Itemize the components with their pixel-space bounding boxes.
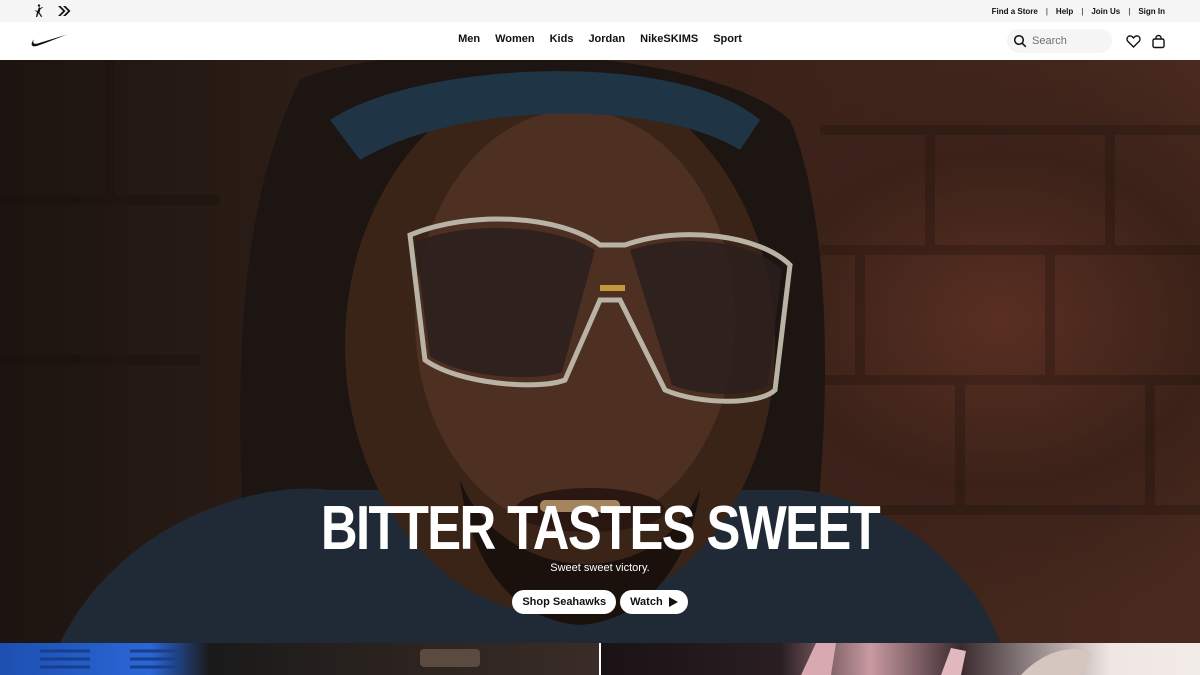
watch-label: Watch [630,596,663,608]
jordan-jumpman-icon[interactable] [30,3,46,19]
shop-seahawks-label: Shop Seahawks [522,596,607,608]
watch-button[interactable]: Watch [620,590,688,614]
hero-subtitle: Sweet sweet victory. [550,562,650,574]
favorites-heart-icon[interactable] [1126,34,1141,49]
nav-item-men[interactable]: Men [458,33,480,45]
help-link[interactable]: Help [1056,7,1073,16]
converse-chevron-icon[interactable] [56,3,72,19]
find-a-store-link[interactable]: Find a Store [992,7,1038,16]
nav-item-kids[interactable]: Kids [550,33,574,45]
separator: | [1081,6,1084,16]
utility-bar: Find a Store | Help | Join Us | Sign In [0,0,1200,22]
nav-item-sport[interactable]: Sport [713,33,742,45]
hero-banner[interactable]: BITTER TASTES SWEET Sweet sweet victory.… [0,60,1200,643]
search-input[interactable] [1032,35,1107,47]
hero-title: BITTER TASTES SWEET [320,494,881,563]
separator: | [1128,6,1131,16]
hero-actions: Shop Seahawks Watch [0,590,1200,614]
shop-seahawks-button[interactable]: Shop Seahawks [512,590,617,614]
sign-in-link[interactable]: Sign In [1138,7,1165,16]
nav-item-jordan[interactable]: Jordan [588,33,625,45]
brand-switcher [0,3,72,19]
promo-tile-left[interactable] [0,643,599,675]
search-icon[interactable] [1013,34,1027,48]
nav-item-nikeskims[interactable]: NikeSKIMS [640,33,698,45]
promo-tile-right[interactable] [601,643,1200,675]
join-us-link[interactable]: Join Us [1091,7,1120,16]
nike-swoosh-icon[interactable] [30,33,68,49]
nav-item-women[interactable]: Women [495,33,535,45]
promo-image [801,643,1091,675]
search-box[interactable] [1007,29,1112,53]
bag-icon[interactable] [1151,34,1166,49]
separator: | [1045,6,1048,16]
play-icon [668,597,678,607]
utility-links: Find a Store | Help | Join Us | Sign In [992,7,1200,16]
main-nav: Men Women Kids Jordan NikeSKIMS Sport [0,22,1200,60]
promo-image [40,649,480,669]
